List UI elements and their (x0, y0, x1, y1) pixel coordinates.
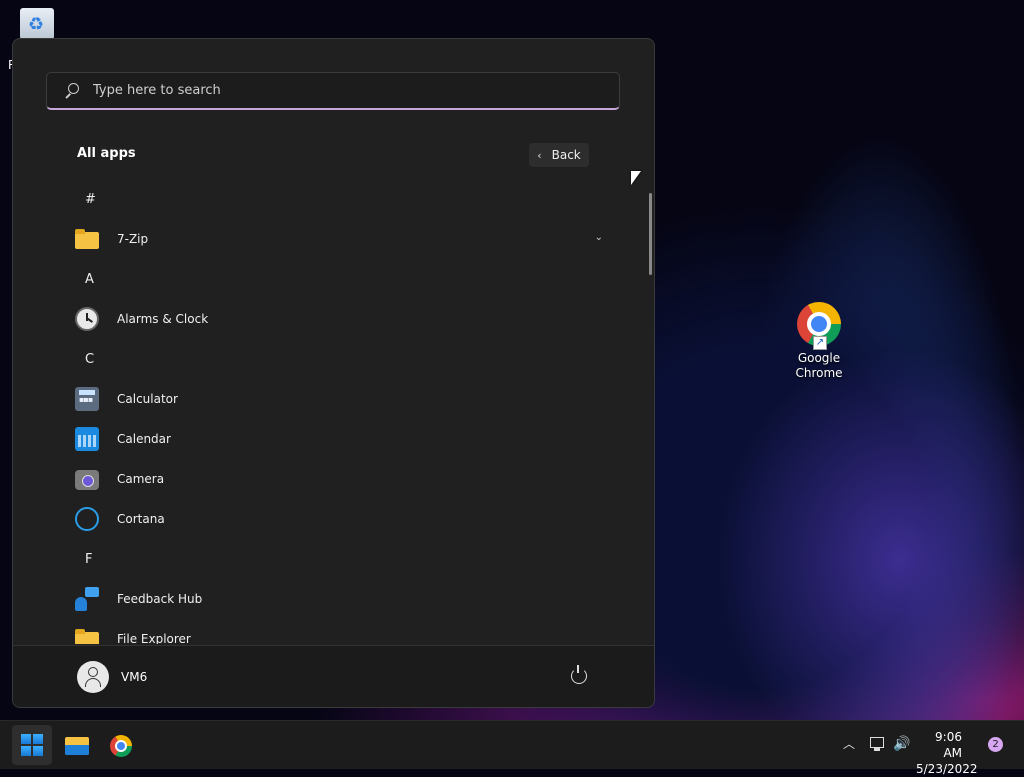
app-item-calendar[interactable]: Calendar (75, 419, 595, 459)
back-label: Back (551, 148, 581, 162)
chevron-down-icon[interactable]: ⌄ (595, 232, 603, 243)
chevron-left-icon: ‹ (537, 148, 542, 162)
app-item-cortana[interactable]: Cortana (75, 499, 595, 539)
app-item-7zip[interactable]: 7-Zip ⌄ (75, 219, 603, 259)
folder-icon (75, 627, 99, 644)
power-icon[interactable] (571, 665, 587, 684)
mouse-cursor-icon (631, 171, 641, 185)
shortcut-arrow-icon: ↗ (813, 336, 827, 350)
scrollbar-thumb[interactable] (649, 193, 652, 275)
google-chrome-label: Google Chrome (795, 351, 843, 380)
start-menu: All apps ‹ Back # 7-Zip ⌄ A Alarms & Clo… (12, 38, 655, 708)
app-item-alarms-clock[interactable]: Alarms & Clock (75, 299, 595, 339)
alarm-clock-icon (75, 307, 99, 331)
cortana-icon (75, 507, 99, 531)
folder-icon (75, 227, 99, 251)
chrome-icon (110, 735, 132, 757)
letter-header-a[interactable]: A (75, 259, 595, 299)
clock-date: 5/23/2022 (916, 762, 978, 776)
app-item-camera[interactable]: Camera (75, 459, 595, 499)
clock[interactable]: 9:06 AM 5/23/2022 (916, 729, 996, 777)
recycle-bin-desktop-icon[interactable] (0, 8, 80, 42)
user-name[interactable]: VM6 (121, 670, 147, 684)
chevron-up-icon[interactable]: ︿ (843, 735, 855, 752)
file-explorer-icon (65, 737, 89, 755)
all-apps-list: # 7-Zip ⌄ A Alarms & Clock C Calculator … (13, 179, 633, 644)
feedback-hub-icon (75, 587, 99, 611)
notification-badge[interactable]: 2 (988, 737, 1003, 752)
letter-header-c[interactable]: C (75, 339, 595, 379)
start-menu-footer: VM6 (13, 645, 654, 707)
search-box[interactable] (46, 72, 620, 110)
windows-logo-icon (21, 734, 43, 756)
calculator-icon (75, 387, 99, 411)
google-chrome-desktop-icon[interactable]: ↗ Google Chrome (779, 302, 859, 381)
all-apps-title: All apps (77, 146, 136, 161)
recycle-bin-icon (20, 8, 54, 42)
volume-icon[interactable]: 🔊 (893, 736, 910, 752)
taskbar: ︿ 🔊 9:06 AM 5/23/2022 2 (0, 720, 1024, 776)
taskbar-google-chrome[interactable] (100, 725, 140, 765)
camera-icon (75, 470, 99, 490)
chrome-icon: ↗ (797, 302, 841, 350)
letter-header-f[interactable]: F (75, 539, 595, 579)
calendar-icon (75, 427, 99, 451)
app-item-feedback-hub[interactable]: Feedback Hub (75, 579, 595, 619)
search-input[interactable] (91, 82, 575, 99)
clock-time: 9:06 AM (935, 730, 962, 760)
app-item-file-explorer[interactable]: File Explorer (75, 619, 595, 644)
start-button[interactable] (12, 725, 52, 765)
search-icon (63, 82, 79, 99)
letter-header-hash[interactable]: # (75, 179, 595, 219)
network-icon[interactable] (870, 737, 884, 751)
taskbar-file-explorer[interactable] (56, 725, 96, 765)
user-avatar-icon[interactable] (77, 661, 109, 693)
app-item-calculator[interactable]: Calculator (75, 379, 595, 419)
back-button[interactable]: ‹ Back (529, 143, 589, 167)
